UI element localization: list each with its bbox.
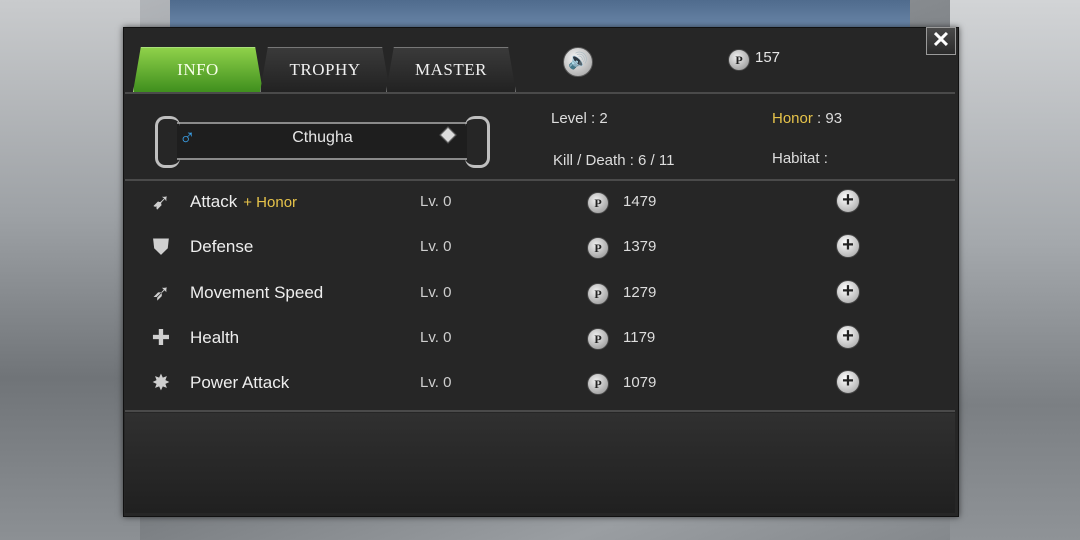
honor-stat: Honor : 93: [772, 110, 842, 127]
p-coin-icon: P: [587, 328, 609, 350]
upgrade-cost: 1479: [623, 193, 657, 210]
divider: [125, 410, 955, 412]
upgrade-plus-button[interactable]: +: [836, 325, 860, 349]
upgrade-name: Power Attack: [190, 373, 290, 392]
upgrade-name: Attack + Honor: [190, 192, 298, 211]
kd-label: Kill / Death :: [553, 152, 634, 169]
p-coin-icon: P: [587, 373, 609, 395]
upgrade-row-health: ✚ Health Lv. 0 P 1179 +: [125, 316, 955, 361]
upgrade-level: Lv. 0: [420, 193, 452, 210]
honor-label: Honor: [772, 110, 813, 127]
upgrade-name: Defense: [190, 237, 254, 256]
upgrade-plus-button[interactable]: +: [836, 370, 860, 394]
upgrade-plus-button[interactable]: +: [836, 280, 860, 304]
cross-icon: ✚: [151, 325, 171, 350]
level-stat: Level : 2: [551, 110, 608, 127]
honor-value: : 93: [817, 110, 843, 127]
upgrade-row-power-attack: ✸ Power Attack Lv. 0 P 1079 +: [125, 361, 955, 406]
habitat-label: Habitat :: [772, 150, 828, 167]
habitat-stat: Habitat :: [772, 150, 828, 167]
upgrade-plus-button[interactable]: +: [836, 234, 860, 258]
tab-info[interactable]: INFO: [133, 47, 263, 92]
level-value: 2: [599, 110, 608, 127]
upgrade-row-movement-speed: ➶ Movement Speed Lv. 0 P 1279 +: [125, 271, 955, 316]
honor-bonus-label: + Honor: [243, 194, 298, 211]
claw-icon: ➹: [151, 189, 171, 214]
p-coin-icon: P: [728, 49, 750, 71]
upgrade-row-defense: ⛊ Defense Lv. 0 P 1379 +: [125, 225, 955, 270]
divider: [125, 92, 955, 94]
p-coin-icon: P: [587, 283, 609, 305]
speaker-icon[interactable]: 🔊: [563, 47, 593, 77]
upgrade-plus-button[interactable]: +: [836, 189, 860, 213]
sky-background: [170, 0, 910, 30]
tab-trophy[interactable]: TROPHY: [260, 47, 390, 92]
upgrade-name: Health: [190, 328, 240, 347]
upgrade-level: Lv. 0: [420, 238, 452, 255]
character-name: Cthugha: [292, 129, 353, 146]
snowy-background-left: [0, 0, 140, 540]
upgrade-cost: 1379: [623, 238, 657, 255]
upgrade-cost: 1079: [623, 374, 657, 391]
upgrade-cost: 1179: [623, 329, 656, 346]
p-coin-icon: P: [587, 192, 609, 214]
level-label: Level :: [551, 110, 596, 127]
shield-icon: ⛊: [152, 234, 170, 259]
wing-icon: ➶: [151, 280, 171, 305]
burst-icon: ✸: [151, 370, 171, 395]
upgrade-level: Lv. 0: [420, 284, 452, 301]
upgrade-level: Lv. 0: [420, 374, 452, 391]
close-button[interactable]: ✕: [926, 27, 956, 55]
upgrade-name: Movement Speed: [190, 283, 324, 302]
kill-death-stat: Kill / Death : 6 / 11: [553, 152, 674, 169]
p-coin-icon: P: [587, 237, 609, 259]
upgrade-cost: 1279: [623, 284, 657, 301]
points-balance: 157: [755, 49, 781, 66]
snowy-background-right: [950, 0, 1080, 540]
upgrade-row-attack: ➹ Attack + Honor Lv. 0 P 1479 +: [125, 180, 955, 225]
character-name-box: ♂ Cthugha: [155, 116, 490, 168]
upgrade-level: Lv. 0: [420, 329, 452, 346]
panel-footer: [125, 413, 955, 513]
tab-master[interactable]: MASTER: [386, 47, 516, 92]
kd-value: 6 / 11: [638, 152, 675, 169]
